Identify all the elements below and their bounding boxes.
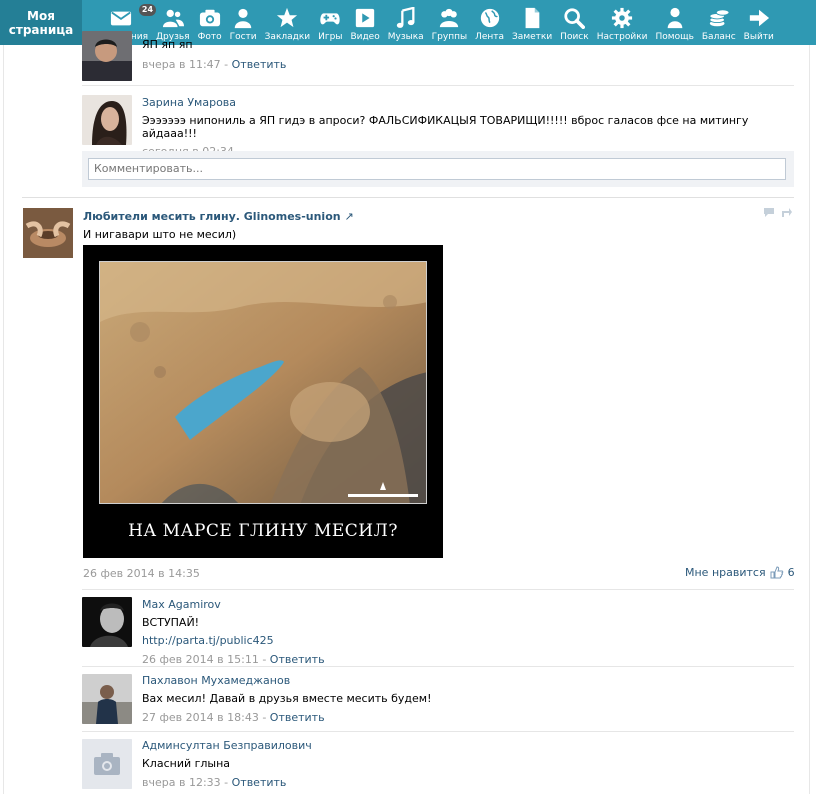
mars-photo — [99, 261, 427, 504]
guest-icon — [234, 8, 252, 29]
comment-text: ЯП яп яп — [142, 38, 193, 51]
comment-text: Вах месил! Давай в друзья вместе месить … — [142, 692, 432, 705]
commenter-name[interactable]: Зарина Умарова — [142, 96, 236, 109]
coins-icon — [709, 9, 730, 27]
nav-balance[interactable]: Баланс — [698, 0, 740, 45]
post-actions — [763, 207, 793, 218]
friends-icon — [162, 9, 184, 28]
pin-icon: ↗ — [344, 210, 354, 223]
comment-separator — [82, 666, 794, 667]
like-button[interactable]: Мне нравится 6 — [685, 566, 795, 579]
reply-link[interactable]: Ответить — [232, 776, 287, 789]
comment-body: Админсултан Безправилович Класний глына … — [142, 739, 312, 789]
group-name[interactable]: Любители месить глину. Glinomes-union — [83, 210, 341, 223]
magnifier-icon — [564, 8, 586, 29]
comment-meta: 27 фев 2014 в 18:43 - Ответить — [142, 711, 325, 724]
my-page-link[interactable]: Моя страница — [0, 0, 82, 45]
commenter-avatar[interactable] — [82, 95, 132, 145]
thumbs-up-icon — [770, 566, 783, 579]
like-label: Мне нравится — [685, 566, 766, 579]
nav-label: Поиск — [560, 32, 589, 42]
nav-label: Видео — [350, 32, 380, 42]
comment-text: ВСТУПАЙ! — [142, 616, 200, 629]
comment-body: Max Agamirov ВСТУПАЙ! http://parta.tj/pu… — [142, 598, 325, 666]
nav-label: Лента — [475, 32, 505, 42]
post-date[interactable]: 26 фев 2014 в 14:35 — [83, 567, 200, 580]
camera-icon — [199, 9, 220, 27]
like-count: 6 — [787, 566, 795, 579]
group-avatar[interactable] — [23, 208, 73, 258]
share-arrow-icon[interactable] — [781, 207, 793, 218]
comment-separator — [82, 85, 794, 86]
commenter-avatar[interactable] — [82, 739, 132, 789]
right-border — [809, 45, 810, 794]
music-note-icon — [396, 7, 415, 28]
comment-time[interactable]: 26 фев 2014 в 15:11 — [142, 653, 259, 666]
comment-meta: вчера в 11:47 - Ответить — [142, 58, 287, 71]
nav-label: Выйти — [743, 32, 774, 42]
post-image[interactable]: НА МАРСЕ ГЛИНУ МЕСИЛ? — [83, 245, 443, 558]
commenter-avatar[interactable] — [82, 597, 132, 647]
gamepad-icon — [320, 13, 340, 25]
nav-label: Помощь — [655, 32, 694, 42]
post-text: И нигавари што не месил) — [83, 228, 237, 241]
wall-feed: ЯП яп яп вчера в 11:47 - Ответить Зарина… — [0, 31, 816, 794]
nav-games[interactable]: Игры — [314, 0, 346, 45]
nav-search[interactable]: Поиск — [556, 0, 593, 45]
nav-label: Настройки — [596, 32, 648, 42]
reply-link[interactable]: Ответить — [232, 58, 287, 71]
reply-link[interactable]: Ответить — [270, 711, 325, 724]
envelope-icon — [110, 11, 132, 26]
star-icon — [277, 7, 298, 28]
play-icon — [355, 8, 375, 28]
comment-text: Класний глына — [142, 757, 231, 770]
nav-label: Группы — [431, 32, 468, 42]
my-page-label: Моя страница — [8, 8, 74, 37]
nav-help[interactable]: Помощь — [652, 0, 698, 45]
comment-body: ЯП яп яп вчера в 11:47 - Ответить — [142, 38, 286, 71]
nav-logout[interactable]: Выйти — [740, 0, 778, 45]
reply-link[interactable]: Ответить — [270, 653, 325, 666]
comment-meta: 26 фев 2014 в 15:11 - Ответить — [142, 653, 325, 666]
commenter-name[interactable]: Max Agamirov — [142, 598, 221, 611]
comment-time[interactable]: 27 фев 2014 в 18:43 — [142, 711, 259, 724]
camera-placeholder-icon — [82, 739, 132, 789]
left-border — [3, 45, 4, 794]
commenter-avatar[interactable] — [82, 31, 132, 81]
post-divider — [22, 197, 794, 198]
comment-input[interactable]: Комментировать... — [88, 158, 786, 180]
arrow-right-icon — [749, 9, 769, 27]
nav-feed[interactable]: Лента — [471, 0, 508, 45]
nav-groups[interactable]: Группы — [428, 0, 471, 45]
commenter-avatar[interactable] — [82, 674, 132, 724]
comment-bubble-icon[interactable] — [763, 207, 775, 218]
comment-time[interactable]: вчера в 12:33 — [142, 776, 221, 789]
comment-separator — [82, 731, 794, 732]
nav-label: Заметки — [512, 32, 553, 42]
comment-time[interactable]: вчера в 11:47 — [142, 58, 221, 71]
comment-meta: вчера в 12:33 - Ответить — [142, 776, 287, 789]
note-icon — [525, 7, 540, 29]
comment-separator — [82, 589, 794, 590]
comment-text: Эээээээ нипониль а ЯП гидэ в апроси? ФАЛ… — [142, 114, 749, 140]
comment-body: Пахлавон Мухамеджанов Вах месил! Давай в… — [142, 674, 432, 724]
nav-settings[interactable]: Настройки — [593, 0, 652, 45]
groups-icon — [440, 8, 459, 28]
nav-video[interactable]: Видео — [346, 0, 383, 45]
gear-icon — [612, 7, 633, 29]
nav-label: Музыка — [387, 32, 424, 42]
nav-notes[interactable]: Заметки — [508, 0, 556, 45]
nav-label: Игры — [318, 32, 343, 42]
globe-icon — [480, 8, 499, 28]
comment-body: Зарина Умарова Эээээээ нипониль а ЯП гид… — [142, 96, 794, 158]
image-caption: НА МАРСЕ ГЛИНУ МЕСИЛ? — [128, 521, 398, 541]
commenter-name[interactable]: Пахлавон Мухамеджанов — [142, 674, 290, 687]
nav-music[interactable]: Музыка — [384, 0, 428, 45]
help-person-icon — [667, 7, 683, 29]
commenter-name[interactable]: Админсултан Безправилович — [142, 739, 312, 752]
comment-link[interactable]: http://parta.tj/public425 — [142, 634, 274, 647]
post-author[interactable]: Любители месить глину. Glinomes-union ↗ — [83, 210, 354, 223]
nav-label: Баланс — [701, 32, 736, 42]
comment-form: Комментировать... — [82, 151, 794, 187]
